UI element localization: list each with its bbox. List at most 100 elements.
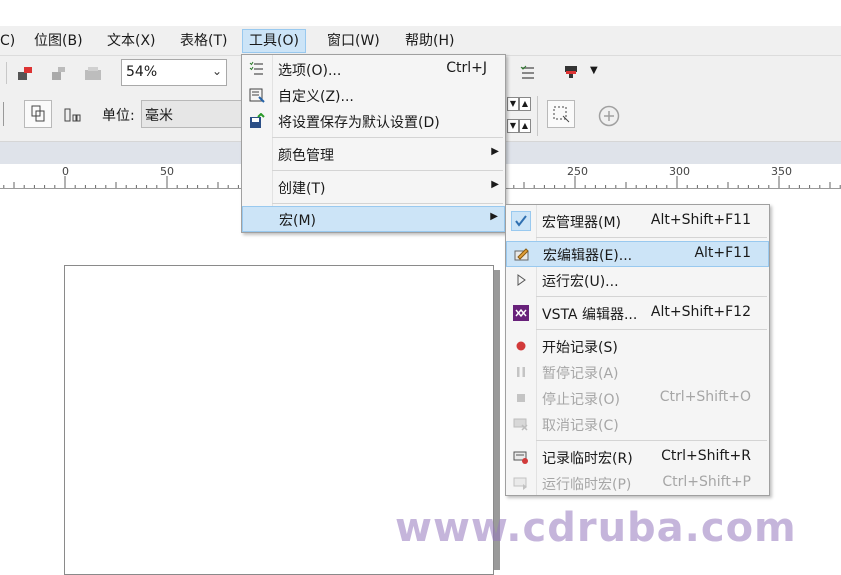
menu-item-run-temp-macro[interactable]: 运行临时宏(P) Ctrl+Shift+P bbox=[506, 470, 769, 496]
spin-up-button[interactable]: ▲ bbox=[519, 97, 531, 111]
menu-item-stop-recording[interactable]: 停止记录(O) Ctrl+Shift+O bbox=[506, 385, 769, 411]
menu-item-label: 宏管理器(M) bbox=[542, 215, 622, 231]
menu-item-label: 自定义(Z)... bbox=[278, 89, 354, 105]
menu-item-pause-recording[interactable]: 暂停记录(A) bbox=[506, 359, 769, 385]
spin-down-button-2[interactable]: ▼ bbox=[507, 119, 519, 133]
unit-label: 单位: bbox=[102, 108, 135, 124]
publish-pdf-icon[interactable] bbox=[84, 64, 102, 82]
options-icon[interactable] bbox=[519, 64, 537, 82]
menu-item-label: 将设置保存为默认设置(D) bbox=[278, 115, 440, 131]
property-bar-edge bbox=[0, 102, 4, 126]
bleed-frame-button[interactable] bbox=[547, 100, 575, 128]
menu-separator bbox=[536, 296, 767, 297]
spin-up-button-2[interactable]: ▲ bbox=[519, 119, 531, 133]
ruler-label: 0 bbox=[62, 165, 69, 178]
menu-item-macros[interactable]: 宏(M) ▶ bbox=[242, 206, 505, 232]
menu-item-start-recording[interactable]: 开始记录(S) bbox=[506, 333, 769, 359]
menu-text[interactable]: 文本(X) bbox=[101, 29, 162, 53]
tools-menu: 选项(O)... Ctrl+J 自定义(Z)... 将设置保存为默认设置(D) … bbox=[241, 54, 506, 233]
menu-item-label: 暂停记录(A) bbox=[542, 366, 619, 382]
add-page-icon[interactable] bbox=[598, 105, 620, 127]
menu-item-label: 运行宏(U)... bbox=[542, 274, 619, 290]
menu-item-color-management[interactable]: 颜色管理 ▶ bbox=[242, 141, 505, 167]
run-temp-icon bbox=[512, 474, 530, 492]
menu-window[interactable]: 窗口(W) bbox=[321, 29, 386, 53]
menu-item-label: 运行临时宏(P) bbox=[542, 477, 632, 493]
unit-select[interactable]: 毫米 bbox=[141, 100, 245, 128]
menu-item-save-default[interactable]: 将设置保存为默认设置(D) bbox=[242, 108, 505, 134]
vsta-icon bbox=[512, 304, 530, 322]
menu-item-run-macro[interactable]: 运行宏(U)... bbox=[506, 267, 769, 293]
macros-submenu: 宏管理器(M) Alt+Shift+F11 宏编辑器(E)... Alt+F11… bbox=[505, 204, 770, 496]
menu-item-shortcut: Alt+Shift+F11 bbox=[650, 212, 751, 228]
menu-item-macro-editor[interactable]: 宏编辑器(E)... Alt+F11 bbox=[506, 241, 769, 267]
menu-item-shortcut: Ctrl+Shift+R bbox=[661, 448, 751, 464]
stop-icon bbox=[512, 389, 530, 407]
pause-icon bbox=[512, 363, 530, 381]
ruler-label: 350 bbox=[771, 165, 792, 178]
menu-bitmaps[interactable]: 位图(B) bbox=[28, 29, 89, 53]
import-icon[interactable] bbox=[16, 64, 34, 82]
menu-item-label: VSTA 编辑器... bbox=[542, 307, 638, 323]
export-icon[interactable] bbox=[50, 64, 68, 82]
menu-item-record-temp-macro[interactable]: 记录临时宏(R) Ctrl+Shift+R bbox=[506, 444, 769, 470]
play-icon bbox=[512, 271, 530, 289]
menu-help[interactable]: 帮助(H) bbox=[399, 29, 460, 53]
watermark-logo: www.cdruba.com bbox=[395, 505, 797, 551]
menu-item-cancel-recording[interactable]: 取消记录(C) bbox=[506, 411, 769, 437]
menu-item-macro-manager[interactable]: 宏管理器(M) Alt+Shift+F11 bbox=[506, 208, 769, 234]
spin-down-button[interactable]: ▼ bbox=[507, 97, 519, 111]
toolbar-divider bbox=[537, 96, 538, 136]
menu-item-shortcut: Ctrl+Shift+P bbox=[662, 474, 751, 490]
options-icon bbox=[248, 60, 266, 78]
menu-item-customize[interactable]: 自定义(Z)... bbox=[242, 82, 505, 108]
menu-tools[interactable]: 工具(O) bbox=[242, 29, 306, 53]
menu-item-label: 停止记录(O) bbox=[542, 392, 620, 408]
customize-icon bbox=[248, 86, 266, 104]
menu-item-label: 宏(M) bbox=[279, 213, 317, 229]
menu-edit[interactable]: C) bbox=[0, 29, 21, 53]
menu-item-create[interactable]: 创建(T) ▶ bbox=[242, 174, 505, 200]
save-settings-icon bbox=[248, 112, 266, 130]
menu-item-label: 取消记录(C) bbox=[542, 418, 619, 434]
menu-item-label: 颜色管理 bbox=[278, 148, 334, 164]
menu-separator bbox=[536, 329, 767, 330]
menu-separator bbox=[536, 440, 767, 441]
record-temp-icon bbox=[512, 448, 530, 466]
macro-editor-icon bbox=[513, 245, 531, 263]
menu-table[interactable]: 表格(T) bbox=[174, 29, 233, 53]
menu-item-label: 宏编辑器(E)... bbox=[543, 248, 633, 264]
submenu-arrow-icon: ▶ bbox=[491, 179, 499, 190]
checkmark-icon bbox=[511, 211, 531, 231]
chevron-down-icon: ⌄ bbox=[211, 64, 222, 78]
menu-item-shortcut: Alt+F11 bbox=[694, 245, 751, 261]
menu-item-shortcut: Ctrl+Shift+O bbox=[659, 389, 751, 405]
cancel-record-icon bbox=[512, 415, 530, 433]
menu-item-label: 开始记录(S) bbox=[542, 340, 618, 356]
menu-item-label: 记录临时宏(R) bbox=[542, 451, 633, 467]
submenu-arrow-icon: ▶ bbox=[490, 211, 498, 222]
menubar: C) 位图(B) 文本(X) 表格(T) 工具(O) 窗口(W) 帮助(H) bbox=[0, 26, 841, 56]
launch-icon[interactable] bbox=[563, 64, 581, 82]
submenu-arrow-icon: ▶ bbox=[491, 146, 499, 157]
menu-separator bbox=[536, 237, 767, 238]
page-frame-button[interactable] bbox=[24, 100, 52, 128]
record-icon bbox=[512, 337, 530, 355]
menu-item-vsta-editor[interactable]: VSTA 编辑器... Alt+Shift+F12 bbox=[506, 300, 769, 326]
menu-item-shortcut: Alt+Shift+F12 bbox=[650, 304, 751, 320]
launch-dropdown-arrow[interactable]: ▼ bbox=[590, 65, 598, 76]
ruler-label: 300 bbox=[669, 165, 690, 178]
ruler-label: 50 bbox=[160, 165, 174, 178]
menu-separator bbox=[272, 203, 503, 204]
toolbar-divider bbox=[6, 62, 7, 84]
zoom-level-select[interactable]: 54% ⌄ bbox=[121, 59, 227, 86]
menu-item-label: 创建(T) bbox=[278, 181, 326, 197]
zoom-level-value: 54% bbox=[126, 64, 158, 80]
ruler-label: 250 bbox=[567, 165, 588, 178]
menu-separator bbox=[272, 137, 503, 138]
menu-item-options[interactable]: 选项(O)... Ctrl+J bbox=[242, 56, 505, 82]
menu-item-label: 选项(O)... bbox=[278, 63, 342, 79]
menu-item-shortcut: Ctrl+J bbox=[446, 60, 487, 76]
menu-separator bbox=[272, 170, 503, 171]
page-layout-icon[interactable] bbox=[64, 106, 82, 124]
